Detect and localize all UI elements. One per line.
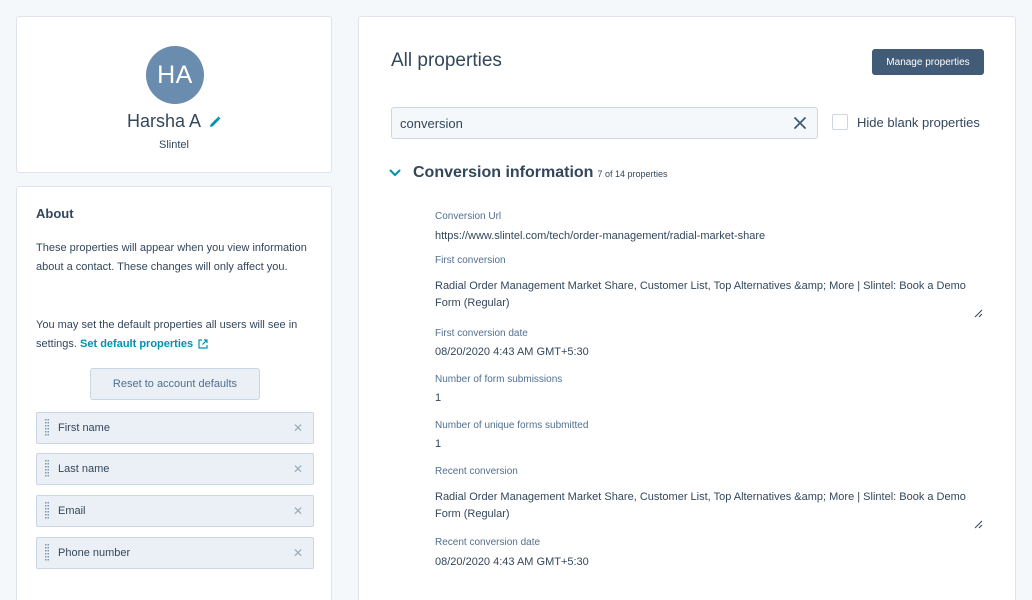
property-item-label: Last name [58,463,110,475]
field-textarea-text: Radial Order Management Market Share, Cu… [435,491,966,520]
resize-grip-icon[interactable] [974,309,983,318]
clear-search-icon[interactable] [793,116,807,130]
field-label-conversion-url: Conversion Url [435,211,502,222]
drag-handle-icon[interactable] [45,460,49,478]
field-textarea-text: Radial Order Management Market Share, Cu… [435,280,966,309]
field-label-form-submissions: Number of form submissions [435,374,563,385]
close-icon[interactable]: ✕ [293,462,303,476]
field-value-conversion-url[interactable]: https://www.slintel.com/tech/order-manag… [435,230,765,242]
about-card: About These properties will appear when … [16,186,332,600]
hide-blank-toggle[interactable]: Hide blank properties [832,114,980,130]
field-value-recent-conversion-date[interactable]: 08/20/2020 4:43 AM GMT+5:30 [435,556,589,568]
resize-grip-icon[interactable] [974,520,983,529]
search-box[interactable] [391,107,818,139]
external-link-icon [198,339,208,349]
field-label-recent-conversion-date: Recent conversion date [435,537,541,548]
section-header-conversion[interactable]: Conversion information 7 of 14 propertie… [389,164,668,182]
field-label-first-conversion: First conversion [435,255,506,266]
drag-handle-icon[interactable] [45,502,49,520]
pencil-icon[interactable] [209,116,221,128]
field-label-recent-conversion: Recent conversion [435,466,518,477]
avatar: HA [146,46,204,104]
search-input[interactable] [400,115,793,131]
field-value-recent-conversion[interactable]: Radial Order Management Market Share, Cu… [435,489,983,529]
field-label-unique-forms: Number of unique forms submitted [435,420,589,431]
reset-to-defaults-button[interactable]: Reset to account defaults [90,368,260,400]
chevron-down-icon[interactable] [389,168,401,178]
about-description: These properties will appear when you vi… [36,242,307,273]
all-properties-card: All properties Manage properties Hide bl… [358,16,1016,600]
company-name: Slintel [159,139,189,151]
property-item-phone-number[interactable]: Phone number ✕ [36,537,314,569]
set-default-properties-link[interactable]: Set default properties [80,338,193,350]
manage-properties-button[interactable]: Manage properties [872,49,984,75]
about-settings-note: You may set the default properties all u… [36,316,316,354]
hide-blank-checkbox[interactable] [832,114,848,130]
drag-handle-icon[interactable] [45,419,49,437]
section-property-count: 7 of 14 properties [597,169,668,179]
property-item-label: Phone number [58,547,131,559]
close-icon[interactable]: ✕ [293,421,303,435]
field-value-first-conversion-date[interactable]: 08/20/2020 4:43 AM GMT+5:30 [435,346,589,358]
property-item-last-name[interactable]: Last name ✕ [36,453,314,485]
drag-handle-icon[interactable] [45,544,49,562]
property-item-label: First name [58,422,110,434]
hide-blank-label: Hide blank properties [857,114,980,130]
property-item-first-name[interactable]: First name ✕ [36,412,314,444]
field-value-unique-forms[interactable]: 1 [435,438,441,450]
about-title: About [36,206,74,221]
field-label-first-conversion-date: First conversion date [435,328,528,339]
property-item-email[interactable]: Email ✕ [36,495,314,527]
page-title: All properties [391,50,502,71]
close-icon[interactable]: ✕ [293,504,303,518]
field-value-first-conversion[interactable]: Radial Order Management Market Share, Cu… [435,278,983,318]
profile-card: HA Harsha A Slintel [16,16,332,173]
section-title: Conversion information [413,164,594,181]
property-item-label: Email [58,505,86,517]
close-icon[interactable]: ✕ [293,546,303,560]
field-value-form-submissions[interactable]: 1 [435,392,441,404]
contact-name-text: Harsha A [126,111,201,131]
contact-name: Harsha A [17,111,331,132]
